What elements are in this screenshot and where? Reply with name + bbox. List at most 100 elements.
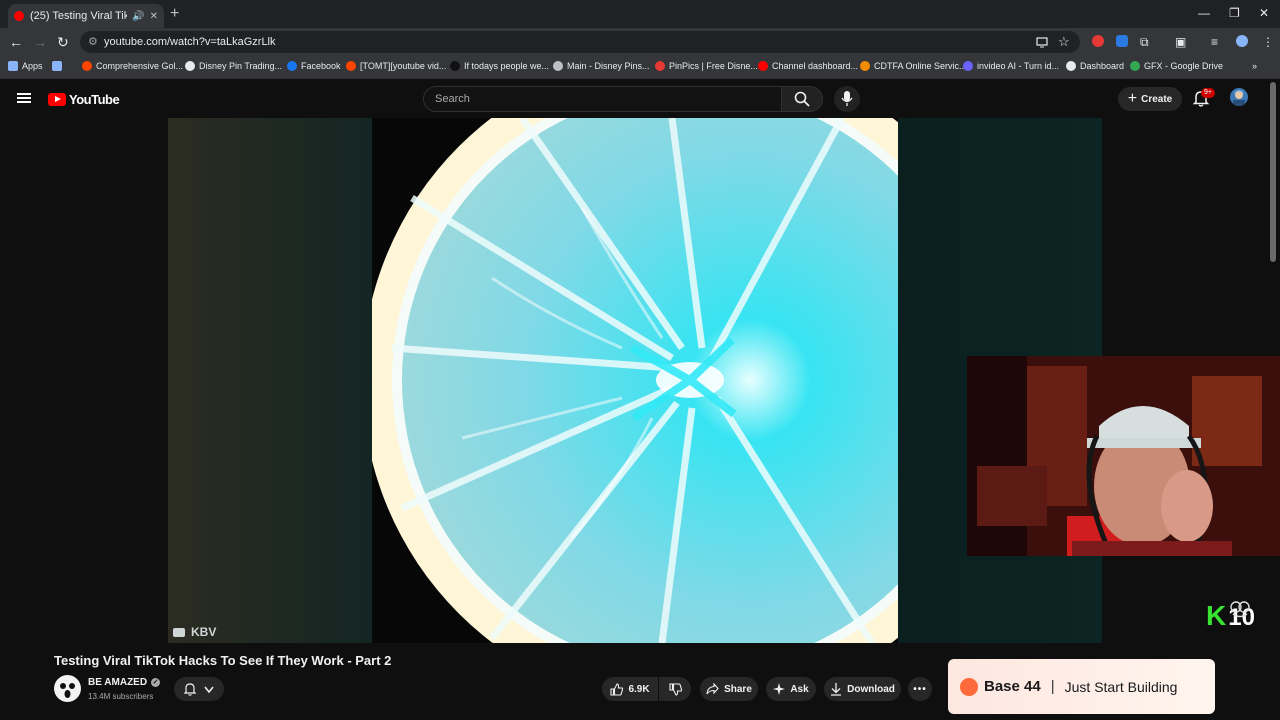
close-tab-icon[interactable]: ✕ bbox=[150, 11, 158, 22]
browser-tab-bar: (25) Testing Viral TikTok Ha 🔊 ✕ + — ❐ ✕ bbox=[0, 0, 1280, 28]
user-avatar-icon bbox=[1233, 90, 1245, 106]
bookmark-item[interactable]: Main - Disney Pins... bbox=[553, 61, 650, 71]
close-window-icon[interactable]: ✕ bbox=[1259, 6, 1269, 20]
channel-avatar[interactable] bbox=[54, 675, 81, 702]
grid-icon bbox=[52, 61, 62, 71]
reddit-icon bbox=[82, 61, 92, 71]
bookmark-item[interactable]: Facebook bbox=[287, 61, 341, 71]
page-scrollbar[interactable] bbox=[1270, 82, 1276, 262]
browser-tab[interactable]: (25) Testing Viral TikTok Ha 🔊 ✕ bbox=[8, 4, 164, 28]
browser-menu-icon[interactable]: ⋮ bbox=[1262, 34, 1274, 50]
ask-button[interactable]: Ask bbox=[766, 677, 816, 701]
minimize-icon[interactable]: — bbox=[1198, 6, 1210, 20]
bookmark-item[interactable]: Channel dashboard... bbox=[758, 61, 858, 71]
cdtfa-icon bbox=[860, 61, 870, 71]
dislike-button[interactable] bbox=[659, 677, 691, 701]
sponsored-ad-banner[interactable]: Base 44 | Just Start Building bbox=[948, 659, 1215, 714]
bookmark-label: Disney Pin Trading... bbox=[199, 61, 283, 71]
site-info-icon[interactable]: ⚙ bbox=[88, 31, 98, 53]
extensions-puzzle-icon[interactable]: ⧉ bbox=[1140, 34, 1149, 50]
download-button[interactable]: Download bbox=[824, 677, 901, 701]
watermark-camera-icon bbox=[173, 627, 185, 637]
bookmark-item[interactable]: Dashboard bbox=[1066, 61, 1124, 71]
create-label: Create bbox=[1141, 93, 1173, 105]
mascot-icon bbox=[1230, 601, 1250, 618]
pinpics-icon bbox=[655, 61, 665, 71]
create-button[interactable]: + Create bbox=[1118, 87, 1182, 111]
ad-tagline: Just Start Building bbox=[1064, 678, 1178, 695]
download-icon bbox=[831, 682, 842, 696]
profile-avatar-icon[interactable] bbox=[1236, 35, 1248, 47]
ad-separator: | bbox=[1050, 678, 1055, 695]
youtube-logo[interactable]: YouTube bbox=[48, 92, 120, 107]
youtube-play-icon bbox=[48, 93, 66, 106]
back-icon[interactable]: ← bbox=[9, 34, 23, 50]
bookmark-item[interactable]: CDTFA Online Servic... bbox=[860, 61, 967, 71]
bookmark-label: CDTFA Online Servic... bbox=[874, 61, 967, 71]
media-controls-icon[interactable]: ≡ bbox=[1211, 34, 1218, 50]
new-tab-icon[interactable]: + bbox=[170, 5, 179, 23]
microphone-icon bbox=[841, 91, 853, 106]
search-input[interactable]: Search bbox=[423, 86, 782, 112]
bookmark-label: PinPics | Free Disne... bbox=[669, 61, 758, 71]
channel-watermark[interactable]: KBV bbox=[173, 625, 216, 639]
guide-menu-icon[interactable] bbox=[17, 93, 31, 103]
search-icon bbox=[794, 91, 810, 107]
voice-search-button[interactable] bbox=[834, 86, 860, 112]
restore-icon[interactable]: ❐ bbox=[1229, 6, 1240, 20]
bookmark-label: Channel dashboard... bbox=[772, 61, 859, 71]
ask-label: Ask bbox=[790, 683, 809, 695]
share-arrow-icon bbox=[706, 683, 719, 695]
bookmark-label: Dashboard bbox=[1080, 61, 1125, 71]
share-button[interactable]: Share bbox=[700, 677, 758, 701]
thumbs-up-icon bbox=[610, 682, 624, 696]
reddit-icon bbox=[346, 61, 356, 71]
speaker-icon[interactable]: 🔊 bbox=[132, 11, 144, 22]
bookmark-item[interactable]: Disney Pin Trading... bbox=[185, 61, 282, 71]
account-avatar[interactable] bbox=[1230, 88, 1248, 106]
surprised-face-icon bbox=[54, 675, 81, 702]
bookmark-label: Comprehensive Gol... bbox=[96, 61, 184, 71]
bookmark-item[interactable]: Apps bbox=[8, 61, 43, 71]
webcam-overlay bbox=[967, 356, 1280, 556]
install-app-icon[interactable] bbox=[1036, 36, 1048, 48]
base44-logo-icon bbox=[960, 677, 978, 696]
bookmark-star-icon[interactable]: ☆ bbox=[1058, 34, 1070, 50]
notification-count-badge: 9+ bbox=[1201, 88, 1215, 98]
bookmark-item[interactable]: GFX - Google Drive bbox=[1130, 61, 1223, 71]
reload-icon[interactable]: ↻ bbox=[57, 34, 69, 50]
bookmark-item[interactable]: [TOMT][youtube vid... bbox=[346, 61, 446, 71]
video-frame bbox=[372, 118, 898, 643]
lemon-slice-image bbox=[372, 118, 898, 643]
extension-red-icon[interactable] bbox=[1092, 35, 1104, 47]
bookmark-item[interactable]: If todays people we... bbox=[450, 61, 549, 71]
side-panel-icon[interactable]: ▣ bbox=[1175, 34, 1186, 50]
video-player[interactable]: KBV bbox=[168, 118, 1102, 643]
notification-subscribe-button[interactable] bbox=[174, 677, 224, 701]
bookmark-label: invideo AI - Turn id... bbox=[977, 61, 1060, 71]
disney-icon bbox=[185, 61, 195, 71]
share-label: Share bbox=[724, 683, 752, 695]
channel-name[interactable]: BE AMAZED ✓ bbox=[88, 677, 161, 688]
bookmark-item[interactable] bbox=[52, 61, 66, 71]
extension-blue-icon[interactable] bbox=[1116, 35, 1128, 47]
streamer-webcam-image bbox=[967, 356, 1280, 556]
facebook-icon bbox=[287, 61, 297, 71]
bookmark-label: GFX - Google Drive bbox=[1144, 61, 1224, 71]
bookmarks-bar: Apps Comprehensive Gol... Disney Pin Tradi… bbox=[0, 56, 1280, 79]
bookmark-item[interactable]: Comprehensive Gol... bbox=[82, 61, 183, 71]
search-button[interactable] bbox=[781, 86, 823, 112]
more-actions-button[interactable]: ••• bbox=[908, 677, 932, 701]
like-button[interactable]: 6.9K bbox=[602, 677, 658, 701]
plus-icon: + bbox=[1127, 90, 1138, 107]
bookmark-label: Apps bbox=[22, 61, 43, 71]
k10-letter: K bbox=[1206, 600, 1227, 631]
address-bar[interactable]: ⚙ youtube.com/watch?v=taLkaGzrLlk bbox=[80, 31, 1080, 53]
more-dots-icon: ••• bbox=[913, 683, 927, 695]
bookmark-label: Main - Disney Pins... bbox=[567, 61, 650, 71]
bookmarks-overflow-icon[interactable]: » bbox=[1252, 61, 1257, 71]
bookmark-item[interactable]: invideo AI - Turn id... bbox=[963, 61, 1059, 71]
bookmark-item[interactable]: PinPics | Free Disne... bbox=[655, 61, 758, 71]
forward-icon[interactable]: → bbox=[33, 34, 47, 50]
invideo-icon bbox=[963, 61, 973, 71]
